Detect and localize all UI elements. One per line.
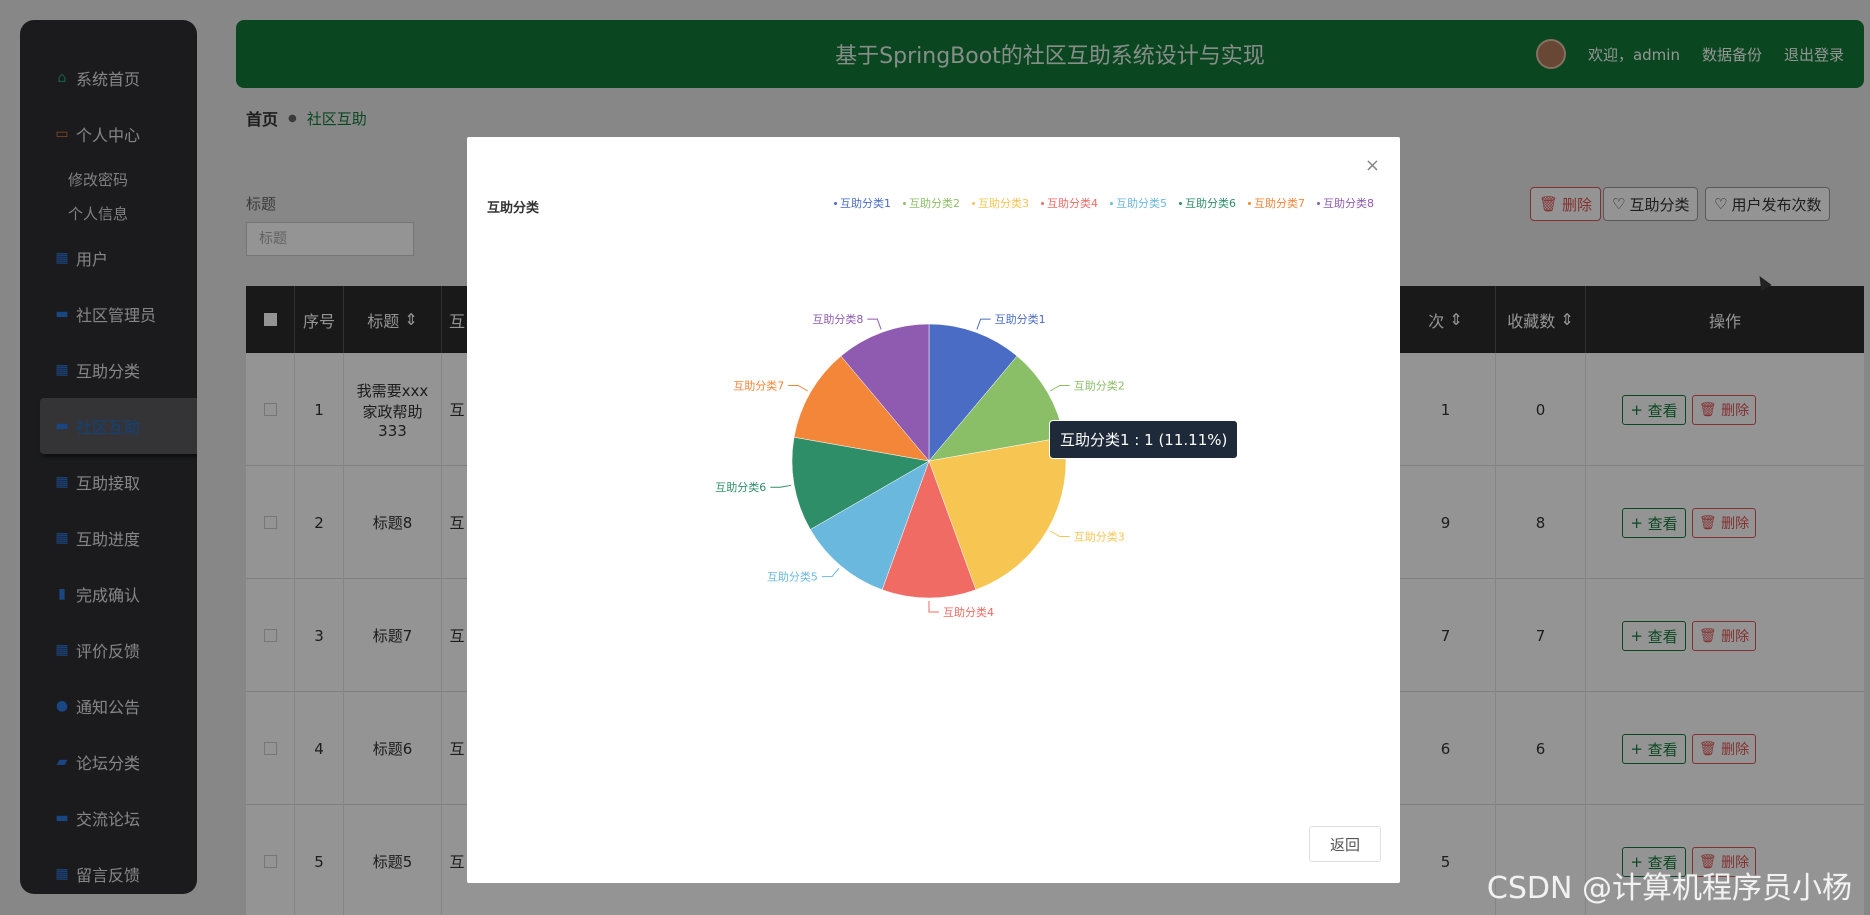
- pie-slice[interactable]: [881, 460, 977, 599]
- pie-label-line: [770, 484, 792, 488]
- pie-label-line: [867, 318, 882, 330]
- legend-item[interactable]: 互助分类5: [1110, 195, 1167, 211]
- pie-label-line: [788, 385, 809, 392]
- pie-label-line: [821, 567, 840, 578]
- pie-label-line: [976, 318, 991, 330]
- chart-title: 互助分类: [487, 201, 540, 216]
- pie-chart: 互助分类1 互助分类2 互助分类3 互助分类4 互助分类5 互助分类6 互助分类7 互助分类8: [715, 312, 1125, 619]
- legend-item[interactable]: 互助分类6: [1179, 195, 1236, 211]
- close-icon[interactable]: ×: [1365, 155, 1380, 176]
- legend-item[interactable]: 互助分类3: [972, 195, 1029, 211]
- pie-slice[interactable]: [928, 323, 1018, 462]
- chart-legend: 互助分类1 互助分类2 互助分类3 互助分类4 互助分类5 互助分类6 互助分类7 互助分类8: [834, 195, 1374, 211]
- chart-modal: × 互助分类 互助分类1 互助分类2 互助分类3 互助分类4 互助分类5 互助分类6 互助分…: [467, 137, 1400, 883]
- pie-slice[interactable]: [840, 323, 930, 462]
- chart-tooltip: 互助分类1 : 1 (11.11%): [1049, 420, 1239, 459]
- pie-label-line: [1049, 385, 1070, 392]
- pie-label: 互助分类2: [1074, 379, 1125, 393]
- legend-item[interactable]: 互助分类7: [1248, 195, 1305, 211]
- return-button[interactable]: 返回: [1309, 826, 1381, 862]
- pie-slice[interactable]: [791, 436, 930, 530]
- pie-slice[interactable]: [928, 436, 1067, 591]
- legend-item[interactable]: 互助分类1: [834, 195, 891, 211]
- pie-slice[interactable]: [793, 355, 930, 462]
- pie-label: 互助分类6: [715, 480, 766, 494]
- legend-item[interactable]: 互助分类4: [1041, 195, 1098, 211]
- pie-slice[interactable]: [810, 460, 930, 591]
- watermark-text: CSDN @计算机程序员小杨: [1486, 871, 1852, 906]
- pie-label-line: [928, 601, 939, 613]
- pie-label-line: [1049, 530, 1070, 537]
- legend-item[interactable]: 互助分类8: [1317, 195, 1374, 211]
- pie-label: 互助分类7: [733, 379, 784, 393]
- pie-slice[interactable]: [928, 355, 1065, 462]
- pie-label: 互助分类5: [767, 570, 818, 584]
- pie-label: 互助分类1: [995, 312, 1046, 326]
- legend-item[interactable]: 互助分类2: [903, 195, 960, 211]
- pie-label: 互助分类8: [812, 312, 863, 326]
- pie-label: 互助分类3: [1074, 530, 1125, 544]
- pie-label: 互助分类4: [943, 605, 994, 619]
